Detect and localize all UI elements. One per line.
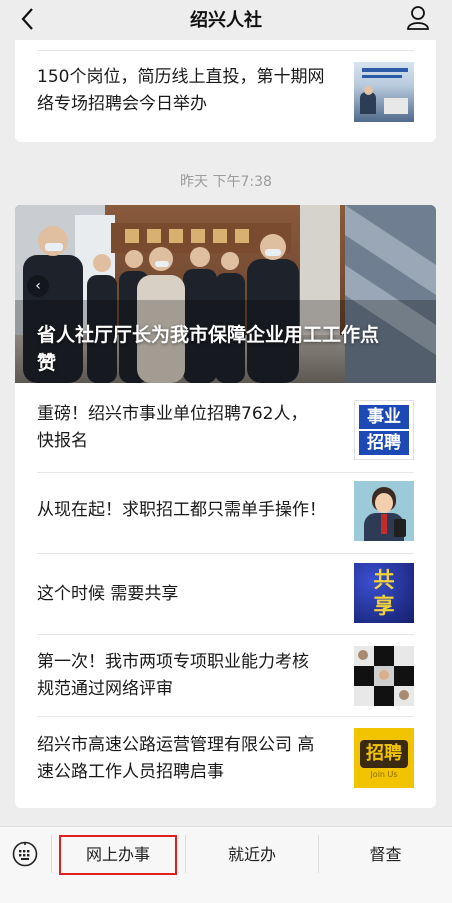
- user-icon[interactable]: [406, 5, 430, 31]
- article-thumbnail: [354, 481, 414, 541]
- article-title-line1: 这个时候 需要共享: [37, 584, 179, 604]
- article-title-line1: 重磅！绍兴市事业单位招聘762人，: [37, 404, 308, 424]
- article-title-line1: 150个岗位，简历线上直投，第十期网: [37, 67, 325, 87]
- article-title-line2: 规范通过网络评审: [37, 679, 173, 699]
- hero-title-line1: 省人社厅厅长为我市保障企业用工工作点: [37, 324, 380, 346]
- divider: [37, 472, 414, 473]
- article-title-line2: 络专场招聘会今日举办: [37, 94, 207, 114]
- article-thumbnail: 共 享: [354, 563, 414, 623]
- divider: [37, 553, 414, 554]
- page-title: 绍兴人社: [190, 10, 262, 31]
- article-title-line2: 速公路工作人员招聘启事: [37, 762, 224, 782]
- thumb-label: 招聘: [360, 740, 408, 768]
- divider: [37, 716, 414, 717]
- nav-bar: 绍兴人社: [0, 0, 452, 40]
- article-thumbnail: [354, 646, 414, 706]
- article-thumbnail: [354, 62, 414, 122]
- article-title-line1: 绍兴市高速公路运营管理有限公司 高: [37, 735, 315, 755]
- divider: [37, 50, 414, 51]
- carousel-prev-icon[interactable]: ‹: [27, 275, 49, 297]
- keyboard-icon[interactable]: [12, 841, 38, 867]
- highlight-box: [59, 835, 177, 875]
- article-card-top: 150个岗位，简历线上直投，第十期网 络专场招聘会今日举办: [15, 40, 436, 142]
- article-thumbnail: 招聘 Join Us: [354, 728, 414, 788]
- bottom-menu: 网上办事 就近办 督查: [0, 826, 452, 903]
- divider: [37, 634, 414, 635]
- article-card-main: ‹ 省人社厅厅长为我市保障企业用工工作点 赞 重磅！绍兴市事业单位招聘762人，…: [15, 205, 436, 808]
- article-title-line2: 快报名: [37, 431, 88, 451]
- hero-article[interactable]: ‹ 省人社厅厅长为我市保障企业用工工作点 赞: [15, 205, 436, 383]
- message-timestamp: 昨天 下午7:38: [180, 174, 272, 190]
- hero-title-line2: 赞: [37, 352, 57, 374]
- article-thumbnail: 事业 招聘: [354, 400, 414, 460]
- menu-item-nearby[interactable]: 就近办: [186, 841, 318, 869]
- article-title-line1: 从现在起！求职招工都只需单手操作！: [37, 500, 326, 520]
- menu-item-supervision[interactable]: 督查: [319, 841, 452, 869]
- article-title-line1: 第一次！我市两项专项职业能力考核: [37, 652, 309, 672]
- menu-separator: [51, 835, 52, 873]
- hero-title: 省人社厅厅长为我市保障企业用工工作点 赞: [37, 321, 406, 377]
- thumb-sub-label: Join Us: [370, 770, 398, 779]
